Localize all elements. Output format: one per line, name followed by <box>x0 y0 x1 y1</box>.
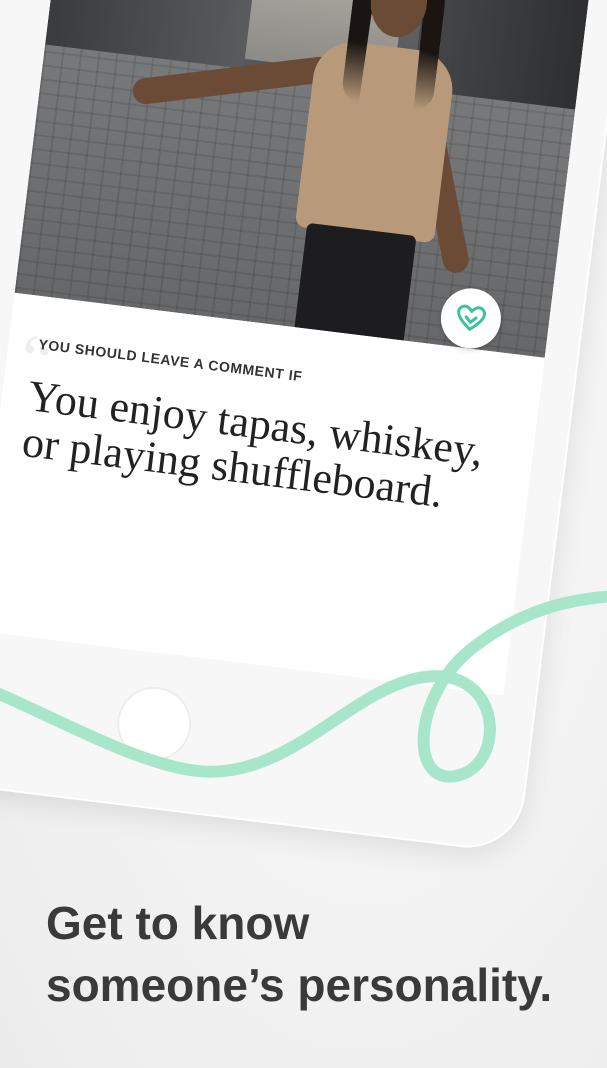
phone-frame: “ YOU SHOULD LEAVE A COMMENT IF You enjo… <box>0 0 607 855</box>
home-button <box>112 682 196 766</box>
profile-photo <box>14 0 594 358</box>
tagline-line-2: someone’s personality. <box>46 959 553 1011</box>
photo-person-legs <box>293 222 417 346</box>
tagline-line-1: Get to know <box>46 897 310 949</box>
prompt-answer[interactable]: You enjoy tapas, whiskey, or playing shu… <box>20 371 498 522</box>
tagline: Get to know someone’s personality. <box>46 892 586 1016</box>
heart-outline-icon <box>457 304 487 331</box>
profile-card: “ YOU SHOULD LEAVE A COMMENT IF You enjo… <box>0 0 594 696</box>
